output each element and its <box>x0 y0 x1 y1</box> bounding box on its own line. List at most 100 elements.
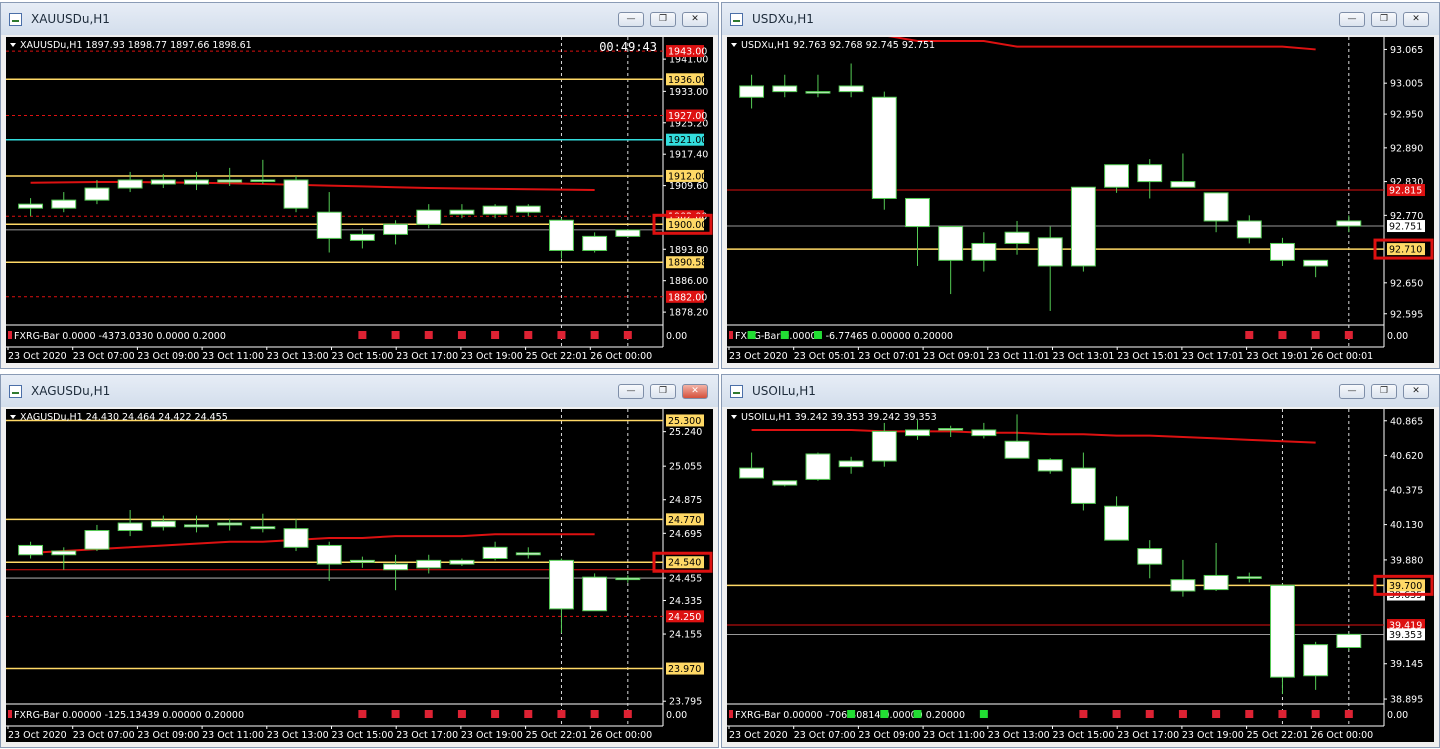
candle[interactable] <box>18 198 44 217</box>
candle[interactable] <box>184 171 209 191</box>
candle[interactable] <box>515 547 541 559</box>
candle[interactable] <box>1170 153 1196 188</box>
candle[interactable] <box>316 541 342 581</box>
candle[interactable] <box>349 556 375 568</box>
candle[interactable] <box>449 558 475 566</box>
maximize-button[interactable]: ❐ <box>1371 384 1397 399</box>
candle[interactable] <box>1104 496 1130 541</box>
candle[interactable] <box>582 573 608 612</box>
candle[interactable] <box>838 456 864 474</box>
close-button[interactable]: ✕ <box>1403 384 1429 399</box>
candle[interactable] <box>283 175 309 213</box>
window-titlebar[interactable]: XAUUSDu,H1 — ❐ ✕ <box>1 3 718 35</box>
candle[interactable] <box>582 232 608 253</box>
candle[interactable] <box>1137 540 1163 579</box>
chart-canvas[interactable]: 40.865 40.620 40.375 40.130 39.880 39.145 38.8… <box>727 409 1434 742</box>
candle[interactable] <box>18 541 44 559</box>
maximize-button[interactable]: ❐ <box>1371 12 1397 27</box>
candle[interactable] <box>1004 414 1030 459</box>
candle[interactable] <box>905 420 930 440</box>
candle[interactable] <box>549 218 574 259</box>
candle[interactable] <box>905 197 930 266</box>
candle[interactable] <box>1170 559 1196 597</box>
candle[interactable] <box>1336 215 1362 233</box>
close-button[interactable]: ✕ <box>682 384 708 399</box>
candle[interactable] <box>1336 633 1362 651</box>
chart-canvas[interactable]: 1941.001933.001925.201917.401909.601893.… <box>6 37 713 363</box>
candle[interactable] <box>615 229 641 237</box>
candle[interactable] <box>1270 237 1295 266</box>
maximize-button[interactable]: ❐ <box>650 12 676 27</box>
candle[interactable] <box>1303 641 1329 690</box>
price-chart[interactable]: 40.865 40.620 40.375 40.130 39.880 39.145 38.8… <box>727 409 1434 742</box>
candle[interactable] <box>805 74 831 98</box>
candle[interactable] <box>1203 542 1229 591</box>
candle[interactable] <box>772 74 798 98</box>
candle[interactable] <box>51 192 77 213</box>
indicator-bar-marker <box>623 331 632 339</box>
candle[interactable] <box>739 452 765 479</box>
indicator-bar-marker <box>1278 710 1287 718</box>
candle[interactable] <box>549 558 574 634</box>
price-chart[interactable]: 25.240 25.055 24.875 24.695 24.455 24.335 24.1… <box>6 409 713 742</box>
candle[interactable] <box>84 179 110 205</box>
candle[interactable] <box>482 541 508 561</box>
chart-menu-triangle-icon[interactable] <box>731 43 737 47</box>
candle[interactable] <box>349 228 375 249</box>
candle[interactable] <box>416 204 442 229</box>
minimize-button[interactable]: — <box>1339 384 1365 399</box>
candle[interactable] <box>250 513 276 533</box>
candle[interactable] <box>739 74 765 109</box>
close-button[interactable]: ✕ <box>682 12 708 27</box>
window-titlebar[interactable]: USOILu,H1 — ❐ ✕ <box>722 375 1439 407</box>
candle[interactable] <box>1070 452 1096 511</box>
candle[interactable] <box>1303 259 1329 278</box>
window-titlebar[interactable]: USDXu,H1 — ❐ ✕ <box>722 3 1439 35</box>
candle[interactable] <box>250 159 276 185</box>
candle[interactable] <box>1070 186 1096 272</box>
close-button[interactable]: ✕ <box>1403 12 1429 27</box>
candle[interactable] <box>383 554 409 591</box>
candle[interactable] <box>515 204 541 217</box>
candle[interactable] <box>1137 159 1163 199</box>
candle[interactable] <box>971 232 997 272</box>
candle[interactable] <box>1236 572 1262 583</box>
chart-canvas[interactable]: 93.06593.00592.95092.89092.83092.77092.6… <box>727 37 1434 363</box>
candle[interactable] <box>416 554 442 574</box>
candle[interactable] <box>1270 583 1295 695</box>
candle[interactable] <box>117 171 143 193</box>
chart-menu-triangle-icon[interactable] <box>10 43 16 47</box>
candle[interactable] <box>84 524 110 552</box>
candle[interactable] <box>283 519 309 552</box>
candle[interactable] <box>938 226 964 295</box>
candle[interactable] <box>1104 164 1130 193</box>
maximize-button[interactable]: ❐ <box>650 384 676 399</box>
candle[interactable] <box>838 63 864 98</box>
price-chart[interactable]: 1941.00 1933.00 1925.20 1917.40 1909.60 1893.… <box>6 37 713 363</box>
candle[interactable] <box>1037 226 1063 311</box>
candle[interactable] <box>615 575 641 583</box>
candle[interactable] <box>51 547 77 570</box>
candle[interactable] <box>1236 215 1262 244</box>
candle[interactable] <box>217 519 243 531</box>
chart-menu-triangle-icon[interactable] <box>731 415 737 419</box>
chart-canvas[interactable]: 25.240 25.055 24.875 24.695 24.455 24.335 24.1… <box>6 409 713 742</box>
minimize-button[interactable]: — <box>1339 12 1365 27</box>
candle[interactable] <box>383 220 409 245</box>
candle[interactable] <box>316 192 342 253</box>
candle[interactable] <box>772 480 798 487</box>
price-chart[interactable]: 93.065 93.005 92.950 92.890 92.830 92.770 92.6… <box>727 37 1434 363</box>
candle[interactable] <box>1037 458 1063 474</box>
candle[interactable] <box>117 510 143 537</box>
candle[interactable] <box>871 422 897 467</box>
candle[interactable] <box>805 452 831 481</box>
candle[interactable] <box>871 91 897 210</box>
current-price-label: 39.700 <box>1389 581 1422 592</box>
window-titlebar[interactable]: XAGUSDu,H1 — ❐ ✕ <box>1 375 718 407</box>
chart-menu-triangle-icon[interactable] <box>10 415 16 419</box>
minimize-button[interactable]: — <box>618 12 644 27</box>
minimize-button[interactable]: — <box>618 384 644 399</box>
candle[interactable] <box>184 515 209 533</box>
candle[interactable] <box>150 515 176 531</box>
candle[interactable] <box>971 422 997 439</box>
